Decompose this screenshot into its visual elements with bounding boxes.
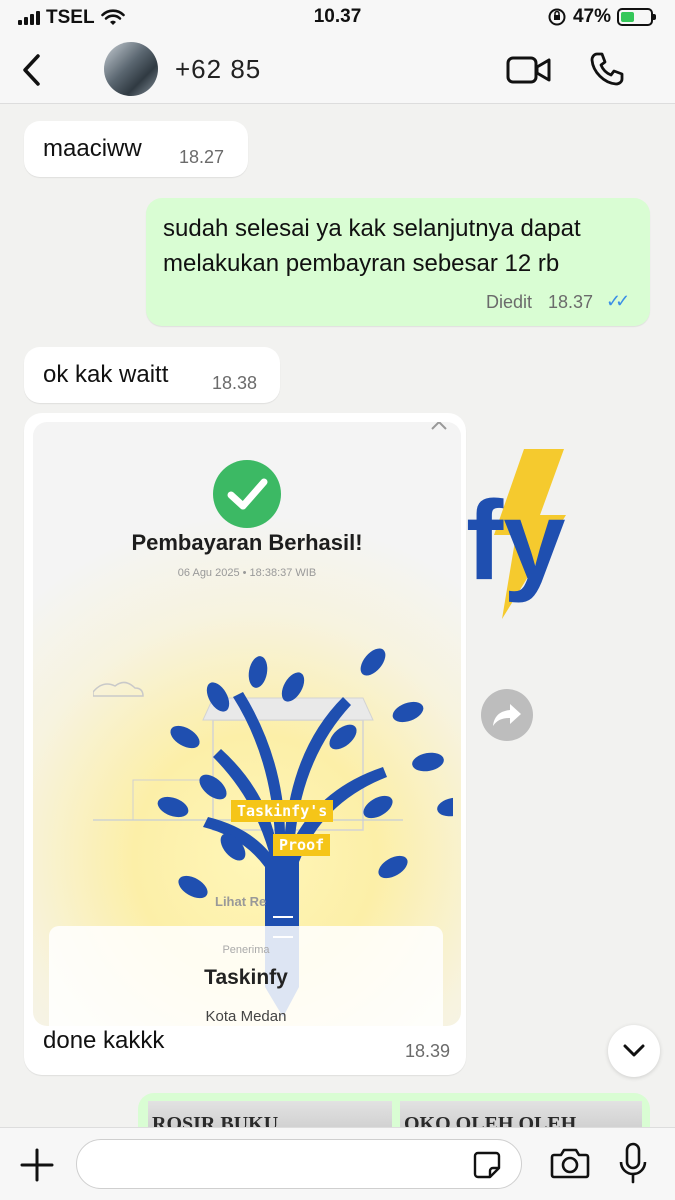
chat-area[interactable]: fy maaciww 18.27 sudah selesai ya kak se… (0, 105, 675, 1127)
composer-bar (0, 1127, 675, 1200)
image-thumbnail[interactable]: ROSIR BUKU (148, 1101, 392, 1127)
message-outgoing[interactable]: sudah selesai ya kak selanjutnya dapat m… (146, 198, 650, 326)
payment-date: 06 Agu 2025 • 18:38:37 WIB (177, 567, 317, 579)
camera-icon[interactable] (550, 1146, 590, 1180)
message-outgoing-images[interactable]: ROSIR BUKU OKO OLEH OLEH (138, 1093, 650, 1127)
background-logo: fy (466, 449, 566, 619)
read-receipt-icon: ✓✓ (606, 291, 630, 311)
microphone-icon[interactable] (618, 1142, 648, 1186)
background-logo-text: fy (466, 478, 566, 603)
message-time: 18.38 (212, 373, 258, 393)
forward-icon (493, 704, 521, 726)
receiver-label: Penerima (222, 944, 270, 956)
image-thumbnail[interactable]: OKO OLEH OLEH (400, 1101, 642, 1127)
receiver-name: Taskinfy (204, 966, 288, 989)
receiver-card: Penerima Taskinfy Kota Medan (49, 926, 443, 1026)
voice-call-icon[interactable] (588, 50, 626, 88)
thumbnail-text: ROSIR BUKU (152, 1113, 279, 1127)
receiver-city: Kota Medan (205, 1008, 287, 1025)
message-input[interactable] (76, 1139, 522, 1189)
chat-header: +62 85 (0, 36, 675, 104)
watermark-label: Taskinfy's (231, 800, 334, 822)
battery-icon (617, 8, 656, 26)
scroll-to-bottom-button[interactable] (608, 1025, 660, 1077)
payment-screenshot[interactable]: Pembayaran Berhasil! 06 Agu 2025 • 18:38… (33, 422, 461, 1026)
edited-label: Diedit (486, 292, 533, 312)
back-icon[interactable] (18, 50, 48, 90)
watermark-label: Proof (273, 834, 331, 856)
chevron-up-icon (431, 422, 447, 430)
thumbnail-text: OKO OLEH OLEH (404, 1113, 577, 1127)
message-time: 18.37 (548, 292, 594, 312)
video-call-icon[interactable] (506, 54, 552, 86)
message-incoming[interactable]: maaciww 18.27 (24, 121, 248, 177)
message-text: maaciww (43, 135, 142, 162)
receipt-link-text: Lihat Re (215, 894, 267, 909)
forward-button[interactable] (481, 689, 533, 741)
sticker-icon[interactable] (472, 1150, 502, 1180)
payment-title: Pembayaran Berhasil! (131, 530, 363, 555)
chevron-down-icon (623, 1044, 645, 1057)
image-caption: done kakkk (43, 1027, 165, 1054)
status-right: 47% (547, 6, 656, 28)
contact-name[interactable]: +62 85 (175, 54, 261, 85)
avatar[interactable] (104, 42, 158, 96)
plus-icon[interactable] (18, 1146, 56, 1184)
message-time: 18.39 (404, 1041, 450, 1061)
message-time: 18.27 (179, 147, 225, 167)
success-check-icon (213, 460, 281, 528)
orientation-lock-icon (548, 8, 566, 26)
message-image[interactable]: Pembayaran Berhasil! 06 Agu 2025 • 18:38… (24, 413, 466, 1075)
message-text: sudah selesai ya kak selanjutnya dapat m… (163, 215, 581, 277)
message-text: ok kak waitt (43, 361, 169, 388)
message-incoming[interactable]: ok kak waitt 18.38 (24, 347, 280, 403)
battery-percent: 47% (572, 6, 611, 27)
status-bar: TSEL 10.37 47% (0, 0, 675, 36)
battery-fill (621, 12, 635, 22)
